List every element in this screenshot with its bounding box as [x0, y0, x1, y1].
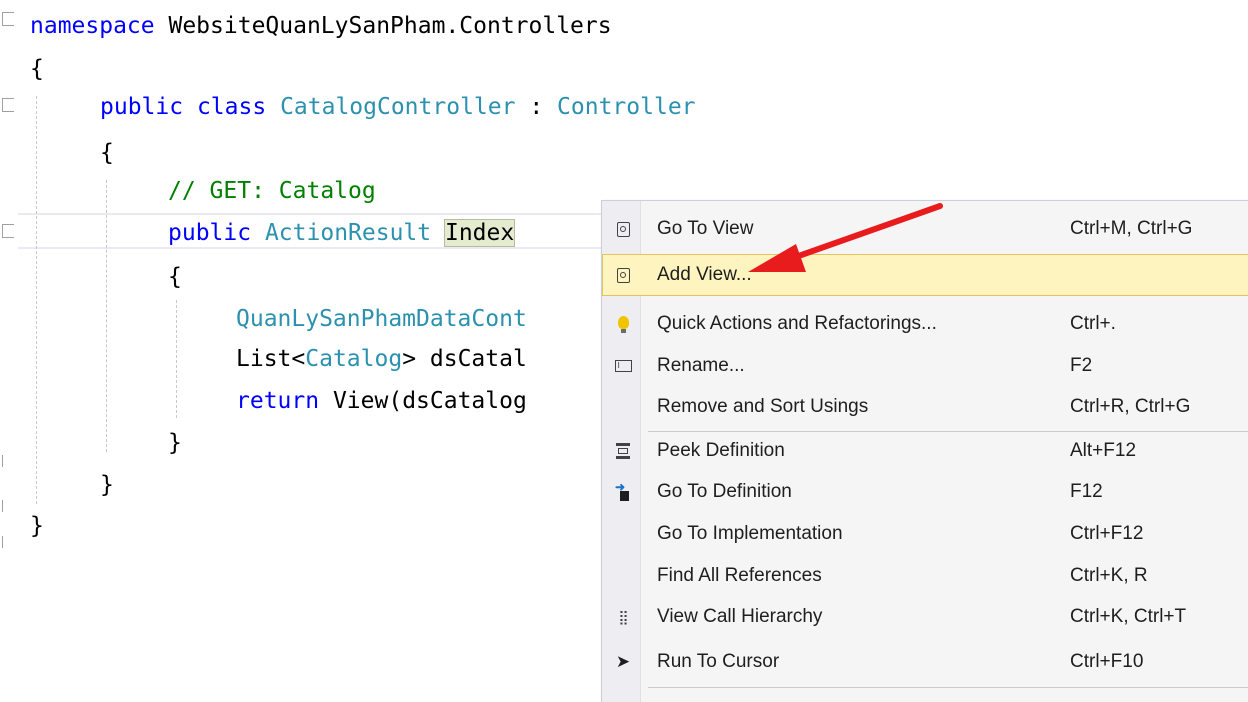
- menu-item-label: Go To View: [657, 218, 754, 239]
- menu-item-peek-definition[interactable]: Peek Definition Alt+F12: [603, 431, 1248, 471]
- peek-definition-icon: [613, 441, 633, 461]
- menu-separator: [648, 687, 1248, 688]
- menu-item-label: View Call Hierarchy: [657, 606, 823, 627]
- namespace-name: WebsiteQuanLySanPham.Controllers: [168, 13, 612, 39]
- brace-token: {: [30, 56, 44, 82]
- menu-item-label: Quick Actions and Refactorings...: [657, 313, 937, 334]
- menu-item-shortcut: Ctrl+.: [1070, 313, 1116, 334]
- brace-token: }: [100, 472, 114, 498]
- collapse-method-marker[interactable]: [2, 224, 14, 238]
- menu-item-rename[interactable]: I Rename... F2: [603, 346, 1248, 386]
- code-line-brace: }: [30, 424, 182, 462]
- class-name-token: CatalogController: [280, 94, 516, 120]
- menu-item-shortcut: Ctrl+K, Ctrl+T: [1070, 606, 1187, 627]
- menu-item-run-to-cursor[interactable]: ➤ Run To Cursor Ctrl+F10: [603, 642, 1248, 682]
- code-line-statement: QuanLySanPhamDataCont: [30, 300, 527, 338]
- menu-item-go-to-definition[interactable]: ➜ Go To Definition F12: [603, 472, 1248, 512]
- go-to-view-icon: [613, 219, 633, 239]
- menu-item-go-to-implementation[interactable]: Go To Implementation Ctrl+F12: [603, 514, 1248, 554]
- menu-item-label: Rename...: [657, 355, 745, 376]
- menu-item-label: Go To Implementation: [657, 523, 843, 544]
- context-menu: Go To View Ctrl+M, Ctrl+G Add View... Qu…: [601, 200, 1248, 702]
- brace-token: }: [30, 513, 44, 539]
- add-view-icon: [613, 265, 633, 285]
- collapse-class-marker[interactable]: [2, 98, 14, 112]
- identifier-token: View(dsCatalog: [332, 388, 527, 414]
- collapse-namespace-marker[interactable]: [2, 12, 14, 26]
- code-line-brace: }: [30, 507, 44, 545]
- rename-icon: I: [613, 356, 633, 376]
- keyword-token: class: [196, 94, 267, 120]
- type-token: ActionResult: [264, 220, 432, 246]
- code-line-brace: {: [30, 134, 114, 172]
- menu-item-shortcut: Ctrl+K, R: [1070, 565, 1148, 586]
- lightbulb-icon: [613, 314, 633, 334]
- outline-end-marker: [2, 536, 13, 548]
- menu-item-go-to-view[interactable]: Go To View Ctrl+M, Ctrl+G: [603, 209, 1248, 249]
- menu-item-label: Go To Definition: [657, 481, 792, 502]
- menu-item-label: Peek Definition: [657, 440, 785, 461]
- menu-item-shortcut: Ctrl+F12: [1070, 523, 1144, 544]
- menu-item-view-call-hierarchy[interactable]: ⣿ View Call Hierarchy Ctrl+K, Ctrl+T: [603, 597, 1248, 637]
- brace-token: }: [168, 430, 182, 456]
- menu-item-add-view[interactable]: Add View...: [602, 254, 1248, 296]
- code-line-method: public ActionResult Index: [30, 214, 516, 252]
- code-line-brace: {: [30, 50, 44, 88]
- code-line-return: return View(dsCatalog: [30, 382, 527, 420]
- generic-token: List<: [236, 346, 306, 372]
- keyword-token: public: [100, 94, 184, 120]
- brace-token: {: [100, 140, 114, 166]
- keyword-token: public: [168, 220, 252, 246]
- outline-end-marker: [2, 455, 13, 467]
- selected-method-name[interactable]: Index: [443, 219, 516, 247]
- keyword-token: namespace: [30, 13, 155, 39]
- base-class-token: Controller: [557, 94, 696, 120]
- menu-item-shortcut: Ctrl+F10: [1070, 651, 1144, 672]
- keyword-token: return: [236, 388, 320, 414]
- menu-item-label: Remove and Sort Usings: [657, 396, 869, 417]
- identifier-token: > dsCatal: [402, 346, 527, 372]
- type-token: QuanLySanPhamDataCont: [236, 306, 527, 332]
- menu-item-find-all-references[interactable]: Find All References Ctrl+K, R: [603, 556, 1248, 596]
- code-line-namespace: namespace WebsiteQuanLySanPham.Controlle…: [30, 7, 612, 45]
- menu-item-shortcut: Ctrl+M, Ctrl+G: [1070, 218, 1193, 239]
- brace-token: {: [168, 264, 182, 290]
- menu-item-shortcut: F12: [1070, 481, 1103, 502]
- code-line-comment: // GET: Catalog: [30, 172, 376, 210]
- menu-item-label: Add View...: [657, 264, 752, 285]
- colon-token: :: [529, 94, 544, 120]
- code-line-brace: {: [30, 258, 182, 296]
- menu-item-shortcut: F2: [1070, 355, 1093, 376]
- comment-token: // GET: Catalog: [168, 178, 376, 204]
- outline-end-marker: [2, 500, 13, 512]
- code-line-statement: List<Catalog> dsCatal: [30, 340, 527, 378]
- menu-item-remove-sort-usings[interactable]: Remove and Sort Usings Ctrl+R, Ctrl+G: [603, 387, 1248, 427]
- menu-item-label: Run To Cursor: [657, 651, 780, 672]
- menu-item-label: Find All References: [657, 565, 822, 586]
- go-to-definition-icon: ➜: [613, 480, 633, 502]
- cursor-arrow-icon: ➤: [615, 652, 631, 671]
- type-token: Catalog: [305, 346, 403, 372]
- code-line-class: public class CatalogController : Control…: [30, 88, 696, 126]
- menu-item-quick-actions[interactable]: Quick Actions and Refactorings... Ctrl+.: [603, 304, 1248, 344]
- call-hierarchy-icon: ⣿: [618, 609, 628, 625]
- code-line-brace: }: [30, 466, 114, 504]
- menu-item-shortcut: Ctrl+R, Ctrl+G: [1070, 396, 1191, 417]
- menu-item-shortcut: Alt+F12: [1070, 440, 1137, 461]
